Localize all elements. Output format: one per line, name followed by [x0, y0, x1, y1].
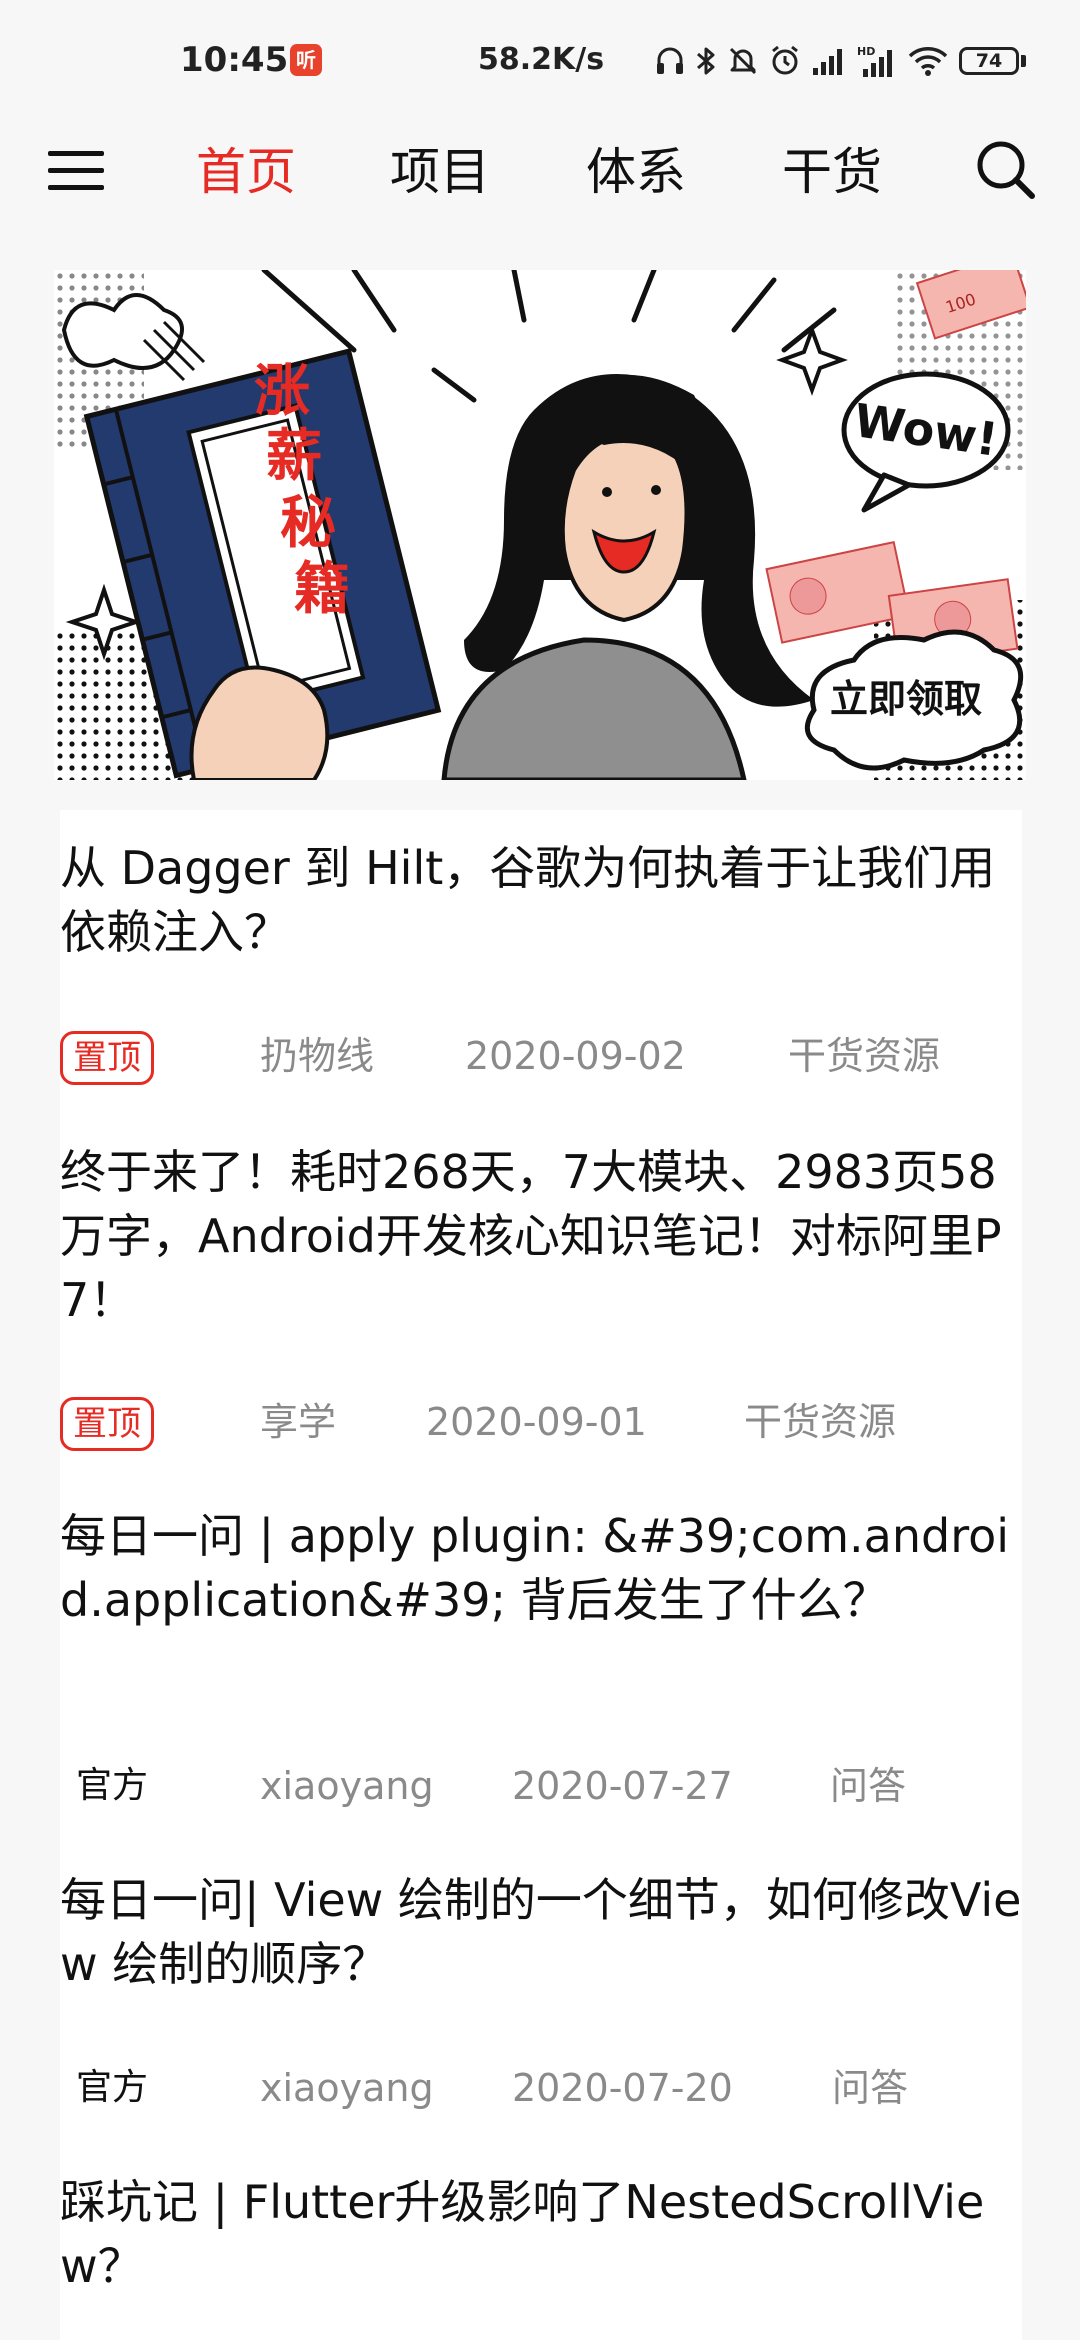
article-list: 从 Dagger 到 Hilt，谷歌为何执着于让我们用依赖注入？ 置顶 扔物线 …: [60, 810, 1022, 2340]
article-meta: 置顶 享学 2020-09-01 干货资源: [60, 1394, 1022, 1451]
article-item[interactable]: 终于来了！耗时268天，7大模块、2983页58万字，Android开发核心知识…: [60, 1140, 1022, 1332]
article-meta: 官方 xiaoyang 2020-07-20 问答: [60, 2060, 1022, 2116]
battery-cap: [1021, 55, 1026, 67]
tab-system[interactable]: 体系: [586, 132, 686, 212]
article-title: 从 Dagger 到 Hilt，谷歌为何执着于让我们用依赖注入？: [60, 841, 996, 959]
pinned-badge: 置顶: [60, 1031, 154, 1085]
notification-app-icon: 听: [290, 44, 322, 76]
hd-signal-icon: HD: [857, 45, 892, 77]
article-category: 干货资源: [744, 1400, 897, 1444]
article-meta: 置顶 扔物线 2020-09-02 干货资源: [60, 1028, 1022, 1085]
headphones-icon: [657, 47, 683, 74]
wifi-icon: [908, 47, 948, 76]
article-author: 扔物线: [260, 1034, 375, 1078]
article-date: 2020-07-27: [512, 1764, 733, 1808]
article-title: 踩坑记 | Flutter升级影响了NestedScrollView？: [60, 2175, 985, 2293]
article-category: 问答: [830, 1764, 907, 1808]
article-category: 问答: [832, 2066, 909, 2110]
article-meta: 官方 xiaoyang 2020-07-27 问答: [60, 1758, 1022, 1814]
tab-projects[interactable]: 项目: [390, 132, 490, 212]
network-speed: 58.2K/s: [478, 42, 605, 77]
battery-icon: 74: [959, 47, 1026, 75]
official-badge: 官方: [76, 2067, 149, 2108]
banner-illustration: 涨 薪 秘 籍 Wow! 100 立即领取: [54, 270, 1026, 780]
battery-level: 74: [975, 50, 1003, 72]
bluetooth-icon: [697, 47, 715, 75]
tab-home[interactable]: 首页: [196, 132, 296, 212]
promo-banner[interactable]: 涨 薪 秘 籍 Wow! 100 立即领取: [54, 270, 1026, 780]
article-date: 2020-09-01: [426, 1400, 647, 1444]
menu-icon[interactable]: [48, 143, 104, 199]
article-title: 每日一问 | apply plugin: &#39;com.android.ap…: [60, 1509, 1010, 1627]
article-date: 2020-09-02: [465, 1034, 686, 1078]
pinned-badge: 置顶: [60, 1397, 154, 1451]
article-author: 享学: [260, 1400, 337, 1444]
status-icons: HD 74: [655, 40, 1026, 82]
article-author: xiaoyang: [260, 2066, 434, 2110]
article-author: xiaoyang: [260, 1764, 434, 1808]
article-item[interactable]: 踩坑记 | Flutter升级影响了NestedScrollView？: [60, 2170, 1022, 2298]
mute-icon: [729, 47, 757, 75]
article-date: 2020-07-20: [512, 2066, 733, 2110]
search-icon[interactable]: [974, 138, 1038, 202]
status-time: 10:45: [180, 40, 289, 80]
signal-icon: [813, 49, 842, 75]
battery-body: 74: [959, 47, 1019, 75]
alarm-icon: [772, 45, 798, 75]
tab-resources[interactable]: 干货: [782, 132, 882, 212]
official-badge: 官方: [76, 1765, 149, 1806]
status-bar: 10:45 听 58.2K/s HD 74: [0, 0, 1080, 126]
article-item[interactable]: 从 Dagger 到 Hilt，谷歌为何执着于让我们用依赖注入？: [60, 836, 1022, 964]
article-category: 干货资源: [788, 1034, 941, 1078]
article-title: 终于来了！耗时268天，7大模块、2983页58万字，Android开发核心知识…: [60, 1145, 1002, 1327]
banner-cta-text: 立即领取: [830, 677, 982, 721]
article-item[interactable]: 每日一问| View 绘制的一个细节，如何修改View 绘制的顺序？: [60, 1868, 1022, 1996]
article-title: 每日一问| View 绘制的一个细节，如何修改View 绘制的顺序？: [60, 1873, 1022, 1991]
article-item[interactable]: 每日一问 | apply plugin: &#39;com.android.ap…: [60, 1504, 1022, 1632]
svg-text:HD: HD: [857, 45, 875, 58]
